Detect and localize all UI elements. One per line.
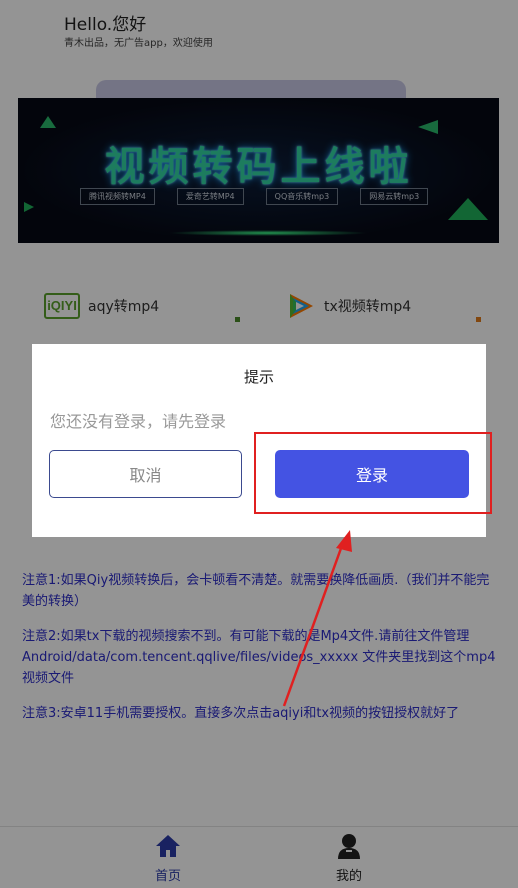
annotation-arrow: [282, 530, 352, 707]
